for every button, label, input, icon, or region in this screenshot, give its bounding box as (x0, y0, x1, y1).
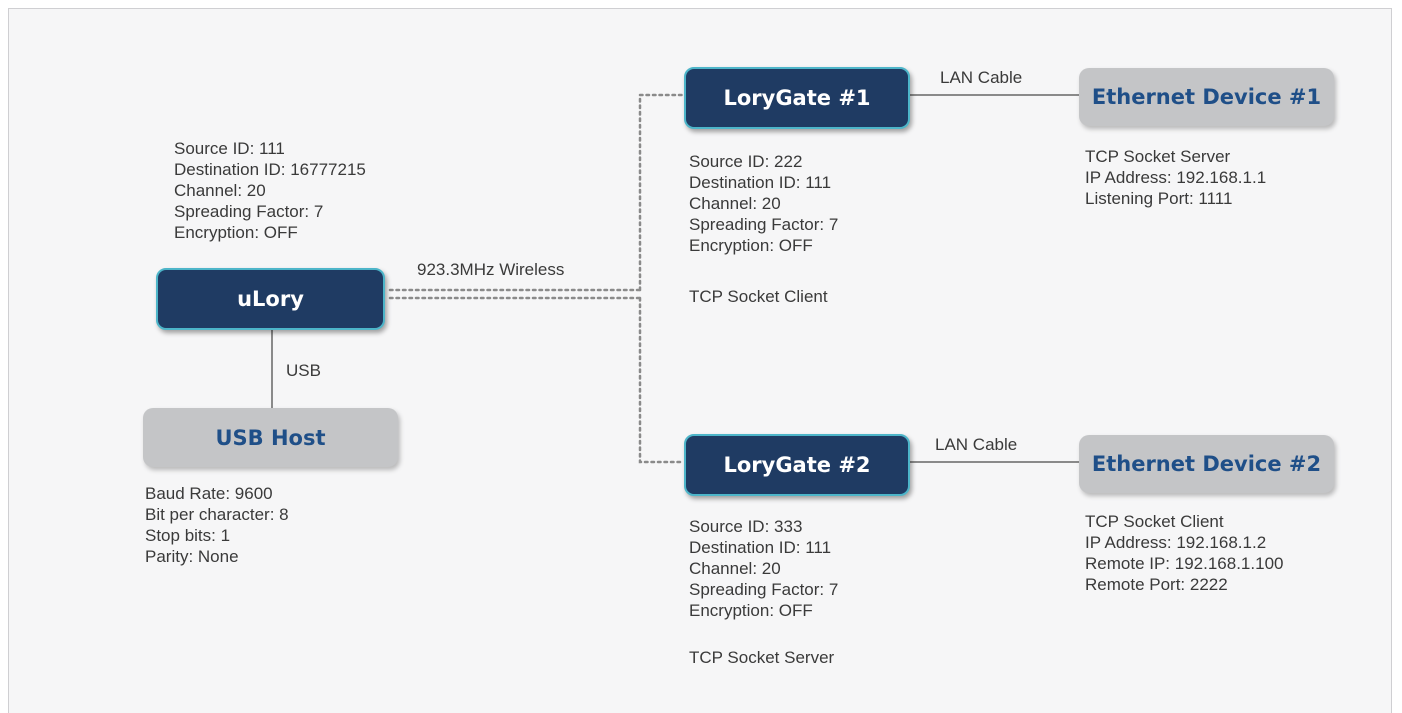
lan-link-label-1: LAN Cable (940, 68, 1023, 87)
lan-link-label-2: LAN Cable (935, 435, 1018, 454)
ethernet-device2-node: Ethernet Device #2 (1079, 435, 1334, 493)
info-line: Destination ID: 111 (689, 538, 832, 557)
usb-host-label: USB Host (215, 425, 326, 450)
ulory-info: Source ID: 111 Destination ID: 16777215 … (174, 138, 366, 243)
lorygate1-role: TCP Socket Client (689, 287, 828, 306)
info-line: Destination ID: 111 (689, 173, 832, 192)
usb-host-node: USB Host (143, 408, 398, 467)
ulory-label: uLory (237, 287, 304, 311)
lorygate1-label: LoryGate #1 (723, 86, 871, 110)
info-line: Channel: 20 (174, 181, 266, 200)
lorygate1-node: LoryGate #1 (684, 67, 910, 129)
usb-link-label: USB (286, 361, 321, 380)
info-line: Encryption: OFF (689, 236, 813, 255)
info-line: Stop bits: 1 (145, 526, 231, 545)
info-line: Encryption: OFF (689, 601, 813, 620)
lorygate2-role: TCP Socket Server (689, 648, 835, 667)
ethernet-device1-node: Ethernet Device #1 (1079, 68, 1334, 126)
info-line: Channel: 20 (689, 194, 781, 213)
info-line: Encryption: OFF (174, 223, 298, 242)
lorygate1-info: Source ID: 222 Destination ID: 111 Chann… (689, 151, 838, 256)
lorygate2-info: Source ID: 333 Destination ID: 111 Chann… (689, 516, 838, 621)
info-line: Bit per character: 8 (145, 505, 289, 524)
info-line: Source ID: 111 (174, 139, 285, 158)
info-line: Remote IP: 192.168.1.100 (1085, 554, 1284, 573)
ethernet-device2-info: TCP Socket Client IP Address: 192.168.1.… (1085, 511, 1283, 595)
info-line: IP Address: 192.168.1.2 (1085, 533, 1267, 552)
info-line: TCP Socket Server (1085, 147, 1231, 166)
ethernet-device1-label: Ethernet Device #1 (1091, 85, 1322, 109)
wireless-link-label: 923.3MHz Wireless (417, 260, 565, 279)
ethernet-device2-label: Ethernet Device #2 (1091, 452, 1322, 476)
info-line: Spreading Factor: 7 (174, 202, 324, 221)
ethernet-device1-info: TCP Socket Server IP Address: 192.168.1.… (1085, 146, 1266, 209)
info-line: Baud Rate: 9600 (145, 484, 273, 503)
info-line: IP Address: 192.168.1.1 (1085, 168, 1267, 187)
usb-host-info: Baud Rate: 9600 Bit per character: 8 Sto… (145, 483, 289, 567)
info-line: Parity: None (145, 547, 239, 566)
lorygate2-node: LoryGate #2 (684, 434, 910, 496)
info-line: Remote Port: 2222 (1085, 575, 1228, 594)
info-line: Listening Port: 1111 (1085, 189, 1233, 208)
info-line: Channel: 20 (689, 559, 781, 578)
info-line: Destination ID: 16777215 (174, 160, 366, 179)
info-line: Spreading Factor: 7 (689, 215, 839, 234)
info-line: TCP Socket Client (1085, 512, 1224, 531)
lorygate2-label: LoryGate #2 (723, 453, 871, 477)
info-line: Source ID: 222 (689, 152, 803, 171)
info-line: Spreading Factor: 7 (689, 580, 839, 599)
ulory-node: uLory (156, 268, 385, 330)
info-line: Source ID: 333 (689, 517, 803, 536)
